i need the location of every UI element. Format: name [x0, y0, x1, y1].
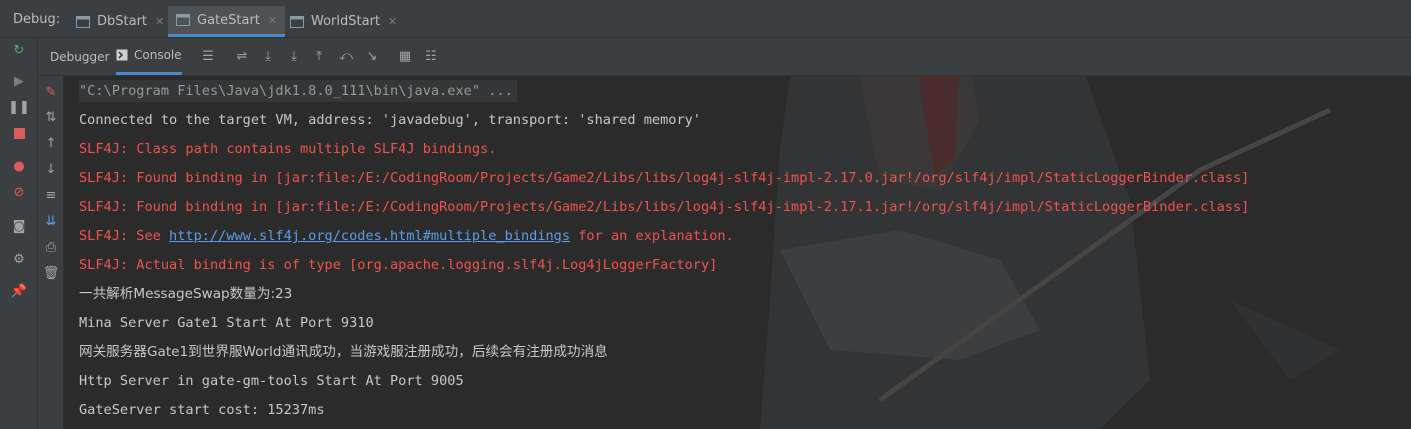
- camera-icon[interactable]: ◙: [11, 218, 27, 234]
- run-to-cursor-icon[interactable]: ↘: [364, 48, 380, 64]
- step-out-icon[interactable]: ⤒: [311, 48, 327, 64]
- debug-tab-bar: Debug: DbStart ✕ GateStart ✕ WorldStart …: [0, 0, 1411, 38]
- rerun-icon[interactable]: ↻: [11, 42, 27, 58]
- evaluate-expression-icon[interactable]: ▦: [397, 48, 413, 64]
- tab-debugger[interactable]: Debugger: [50, 38, 109, 75]
- console-line: 网关服务器Gate1到世界服World通讯成功，当游戏服注册成功，后续会有注册成…: [79, 344, 608, 360]
- stop-icon[interactable]: [11, 125, 27, 141]
- tab-label: DbStart: [97, 14, 148, 29]
- console-icon: [116, 49, 128, 61]
- run-config-icon: [176, 14, 190, 26]
- console-line: "C:\Program Files\Java\jdk1.8.0_111\bin\…: [79, 80, 517, 102]
- console-output[interactable]: "C:\Program Files\Java\jdk1.8.0_111\bin\…: [64, 76, 1411, 429]
- tab-worldstart[interactable]: WorldStart ✕: [282, 6, 405, 37]
- soft-wrap-icon[interactable]: ≡: [43, 187, 59, 203]
- step-over-icon[interactable]: ⤓: [260, 48, 276, 64]
- console-line: Http Server in gate-gm-tools Start At Po…: [79, 373, 464, 389]
- run-config-icon: [290, 15, 304, 28]
- console-line: SLF4J: See http://www.slf4j.org/codes.ht…: [79, 225, 734, 247]
- console-link[interactable]: http://www.slf4j.org/codes.html#multiple…: [169, 228, 570, 244]
- tab-label: GateStart: [197, 12, 260, 28]
- down-arrow-icon[interactable]: ↓: [43, 161, 59, 177]
- line-suffix: for an explanation.: [570, 228, 734, 244]
- console-line: Mina Server Gate1 Start At Port 9310: [79, 315, 374, 331]
- menu-icon[interactable]: ☰: [200, 48, 216, 64]
- tab-label: Debugger: [50, 49, 110, 64]
- scroll-to-end-icon[interactable]: ⇊: [43, 213, 59, 229]
- debug-view-toolbar: Debugger Console ☰ ⇌ ⤓ ⤓ ⤒ ⤺ ↘ ▦ ☷: [38, 38, 1411, 76]
- print-icon[interactable]: ⎙: [43, 239, 59, 255]
- console-line: Connected to the target VM, address: 'ja…: [79, 112, 701, 128]
- show-execution-point-icon[interactable]: ⇌: [234, 48, 250, 64]
- trash-icon[interactable]: 🗑: [43, 265, 60, 281]
- trace-icon[interactable]: ☷: [423, 48, 439, 64]
- pin-icon[interactable]: 📌: [11, 283, 27, 299]
- mute-breakpoints-icon[interactable]: ⊘: [11, 184, 27, 200]
- drop-frame-icon[interactable]: ⤺: [338, 48, 354, 64]
- step-into-icon[interactable]: ⤓: [286, 48, 302, 64]
- console-line: SLF4J: Found binding in [jar:file:/E:/Co…: [79, 170, 1250, 186]
- console-line: SLF4J: Found binding in [jar:file:/E:/Co…: [79, 199, 1250, 215]
- view-breakpoints-icon[interactable]: ●: [11, 158, 27, 174]
- sort-icon[interactable]: ⇅: [43, 109, 59, 125]
- tab-dbstart[interactable]: DbStart ✕: [68, 6, 172, 37]
- console-line: SLF4J: Class path contains multiple SLF4…: [79, 141, 497, 157]
- tab-label: WorldStart: [311, 14, 381, 29]
- console-line: GateServer start cost: 15237ms: [79, 402, 325, 418]
- debug-label: Debug:: [13, 12, 61, 27]
- pause-icon[interactable]: ❚❚: [8, 99, 30, 115]
- tab-label: Console: [134, 48, 182, 62]
- console-actions-toolbar: ✎ ⇅ ↑ ↓ ≡ ⇊ ⎙ 🗑: [38, 76, 64, 429]
- settings-icon[interactable]: ⚙: [11, 251, 27, 267]
- console-line: SLF4J: Actual binding is of type [org.ap…: [79, 257, 718, 273]
- run-config-icon: [76, 15, 90, 28]
- close-icon[interactable]: ✕: [155, 15, 164, 28]
- debug-window: Debug: DbStart ✕ GateStart ✕ WorldStart …: [0, 0, 1411, 429]
- close-icon[interactable]: ✕: [268, 14, 277, 27]
- tab-gatestart[interactable]: GateStart ✕: [168, 6, 286, 37]
- close-icon[interactable]: ✕: [388, 15, 397, 28]
- tab-console[interactable]: Console: [116, 38, 182, 75]
- up-arrow-icon[interactable]: ↑: [43, 135, 59, 151]
- resume-icon[interactable]: ▶: [11, 73, 27, 89]
- line-prefix: SLF4J: See: [79, 228, 170, 244]
- clear-annotate-icon[interactable]: ✎: [43, 84, 59, 100]
- console-line: 一共解析MessageSwap数量为:23: [79, 286, 293, 302]
- debug-actions-toolbar: ↻ ▶ ❚❚ ● ⊘ ◙ ⚙ 📌: [0, 38, 38, 429]
